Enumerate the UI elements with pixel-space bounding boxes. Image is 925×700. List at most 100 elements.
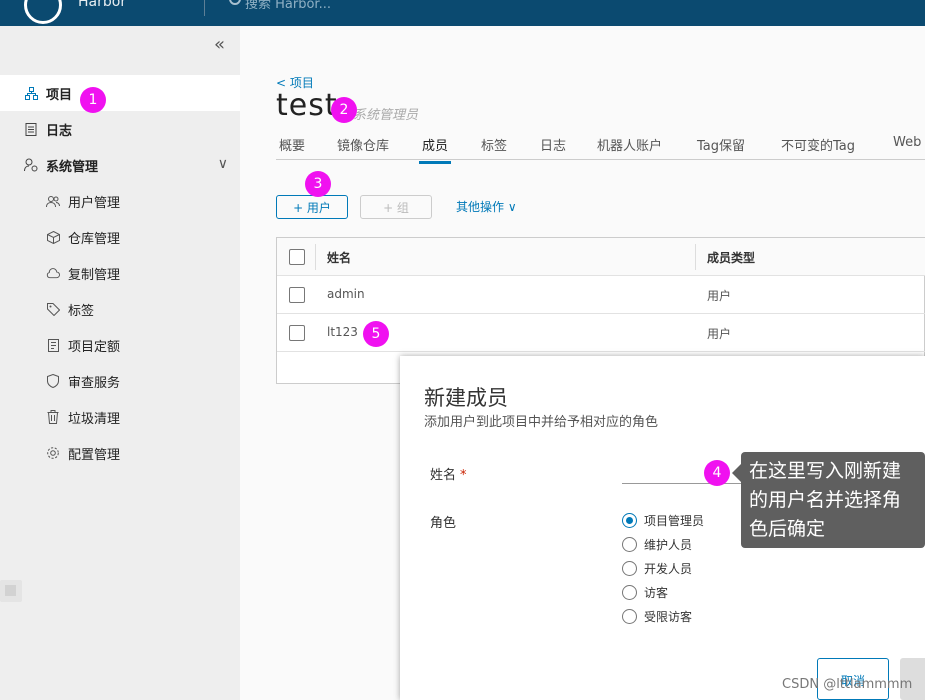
tab-webhooks[interactable]: Web <box>890 132 924 157</box>
sidebar-item-repo-management[interactable]: 仓库管理 <box>0 219 240 255</box>
search-icon <box>229 0 241 5</box>
sidebar-item-garbage-collection[interactable]: 垃圾清理 <box>0 399 240 435</box>
column-divider <box>315 244 316 270</box>
row-checkbox[interactable] <box>289 325 305 341</box>
tab-labels[interactable]: 标签 <box>478 132 510 161</box>
annotation-marker-4: 4 <box>704 460 730 486</box>
harbor-logo-icon[interactable] <box>24 0 62 24</box>
role-label-text: 项目管理员 <box>644 514 705 528</box>
radio-button[interactable] <box>622 609 637 624</box>
sidebar-item-label: 仓库管理 <box>68 231 121 247</box>
dialog-title: 新建成员 <box>424 386 508 410</box>
double-chevron-left-icon[interactable]: « <box>214 34 225 55</box>
annotation-marker-3: 3 <box>305 171 331 197</box>
member-name: admin <box>327 287 365 301</box>
sidebar-item-replication[interactable]: 复制管理 <box>0 255 240 291</box>
more-actions-dropdown[interactable]: 其他操作 ∨ <box>456 198 517 215</box>
row-checkbox[interactable] <box>289 287 305 303</box>
more-actions-label: 其他操作 <box>456 200 505 214</box>
tab-immutable-tags[interactable]: 不可变的Tag <box>778 132 858 161</box>
tab-logs[interactable]: 日志 <box>537 132 569 161</box>
sidebar-item-label: 复制管理 <box>68 267 121 283</box>
annotation-callout: 在这里写入刚新建的用户名并选择角色后确定 <box>732 452 925 548</box>
sidebar-item-label: 标签 <box>68 303 95 319</box>
tab-repositories[interactable]: 镜像仓库 <box>334 132 392 161</box>
sidebar: « 项目 日志 系统管理 ∨ 用户管理 仓库管理 复制管理 标签 项目定额 审查… <box>0 26 240 700</box>
project-role: 系统管理员 <box>353 108 419 123</box>
select-all-checkbox[interactable] <box>289 249 305 265</box>
table-row[interactable]: admin 用户 <box>277 276 925 314</box>
tag-icon <box>46 302 60 316</box>
sidebar-item-project-quotas[interactable]: 项目定额 <box>0 327 240 363</box>
role-option-project-admin[interactable]: 项目管理员 <box>622 512 704 529</box>
system-admin-icon <box>24 158 38 172</box>
sidebar-item-projects[interactable]: 项目 <box>0 75 240 111</box>
header-divider <box>204 0 205 16</box>
gear-icon <box>46 446 60 460</box>
watermark: CSDN @lttlammmm <box>782 677 913 692</box>
add-user-button[interactable]: + 用户 <box>276 195 348 219</box>
add-group-button[interactable]: + 组 <box>360 195 432 219</box>
role-option-developer[interactable]: 开发人员 <box>622 560 692 577</box>
project-tabs: 概要 镜像仓库 成员 标签 日志 机器人账户 Tag保留 不可变的Tag Web <box>276 132 925 164</box>
name-label-text: 姓名 <box>430 468 457 483</box>
sidebar-item-label: 配置管理 <box>68 447 121 463</box>
top-navbar: Harbor 搜索 Harbor... <box>0 0 925 26</box>
radio-button[interactable] <box>622 585 637 600</box>
tab-tag-retention[interactable]: Tag保留 <box>694 132 748 161</box>
quota-icon <box>46 338 60 352</box>
role-label-text: 受限访客 <box>644 610 693 624</box>
shield-icon <box>46 374 60 388</box>
annotation-marker-2: 2 <box>331 97 357 123</box>
column-header-name[interactable]: 姓名 <box>327 249 351 266</box>
required-mark: * <box>460 468 467 483</box>
box-icon <box>46 230 60 244</box>
search-input[interactable]: 搜索 Harbor... <box>245 0 331 12</box>
role-label-text: 访客 <box>644 586 669 600</box>
sidebar-item-labels[interactable]: 标签 <box>0 291 240 327</box>
chevron-down-icon: ∨ <box>507 200 517 214</box>
column-header-member-type[interactable]: 成员类型 <box>707 249 755 266</box>
sidebar-item-interrogation[interactable]: 审查服务 <box>0 363 240 399</box>
tab-members[interactable]: 成员 <box>419 132 452 164</box>
annotation-marker-1: 1 <box>80 87 106 113</box>
tab-summary[interactable]: 概要 <box>276 132 308 161</box>
sidebar-item-label: 项目 <box>46 87 73 103</box>
chevron-down-icon[interactable]: ∨ <box>218 156 228 172</box>
sidebar-item-label: 审查服务 <box>68 375 121 391</box>
radio-button[interactable] <box>622 513 637 528</box>
name-label: 姓名 * <box>430 464 467 483</box>
role-label: 角色 <box>430 516 457 531</box>
page-title: test <box>276 88 338 123</box>
radio-button[interactable] <box>622 537 637 552</box>
sidebar-item-logs[interactable]: 日志 <box>0 111 240 147</box>
sidebar-item-label: 项目定额 <box>68 339 121 355</box>
sidebar-item-user-management[interactable]: 用户管理 <box>0 183 240 219</box>
sidebar-item-configuration[interactable]: 配置管理 <box>0 435 240 471</box>
sidebar-item-label: 垃圾清理 <box>68 411 121 427</box>
table-header: 姓名 成员类型 <box>277 238 925 276</box>
radio-button[interactable] <box>622 561 637 576</box>
column-divider <box>695 244 696 270</box>
role-option-limited-guest[interactable]: 受限访客 <box>622 608 692 625</box>
role-label-text: 开发人员 <box>644 562 693 576</box>
sidebar-item-label: 用户管理 <box>68 195 121 211</box>
role-label-text: 维护人员 <box>644 538 693 552</box>
annotation-marker-5: 5 <box>363 321 389 347</box>
member-type: 用户 <box>707 289 732 303</box>
dialog-subtitle: 添加用户到此项目中并给予相对应的角色 <box>424 415 659 430</box>
log-icon <box>24 122 38 136</box>
member-type: 用户 <box>707 327 732 341</box>
sidebar-item-system-admin[interactable]: 系统管理 ∨ <box>0 147 240 183</box>
project-icon <box>24 86 38 100</box>
tab-robot-accounts[interactable]: 机器人账户 <box>594 132 665 161</box>
app-name: Harbor <box>78 0 127 10</box>
role-option-guest[interactable]: 访客 <box>622 584 668 601</box>
sidebar-item-label: 日志 <box>46 123 73 139</box>
sidebar-item-label: 系统管理 <box>46 159 99 175</box>
sidebar-toggle-icon[interactable] <box>0 580 22 602</box>
users-icon <box>46 194 60 208</box>
member-name: lt123 <box>327 325 358 339</box>
role-option-maintainer[interactable]: 维护人员 <box>622 536 692 553</box>
trash-icon <box>46 410 60 424</box>
